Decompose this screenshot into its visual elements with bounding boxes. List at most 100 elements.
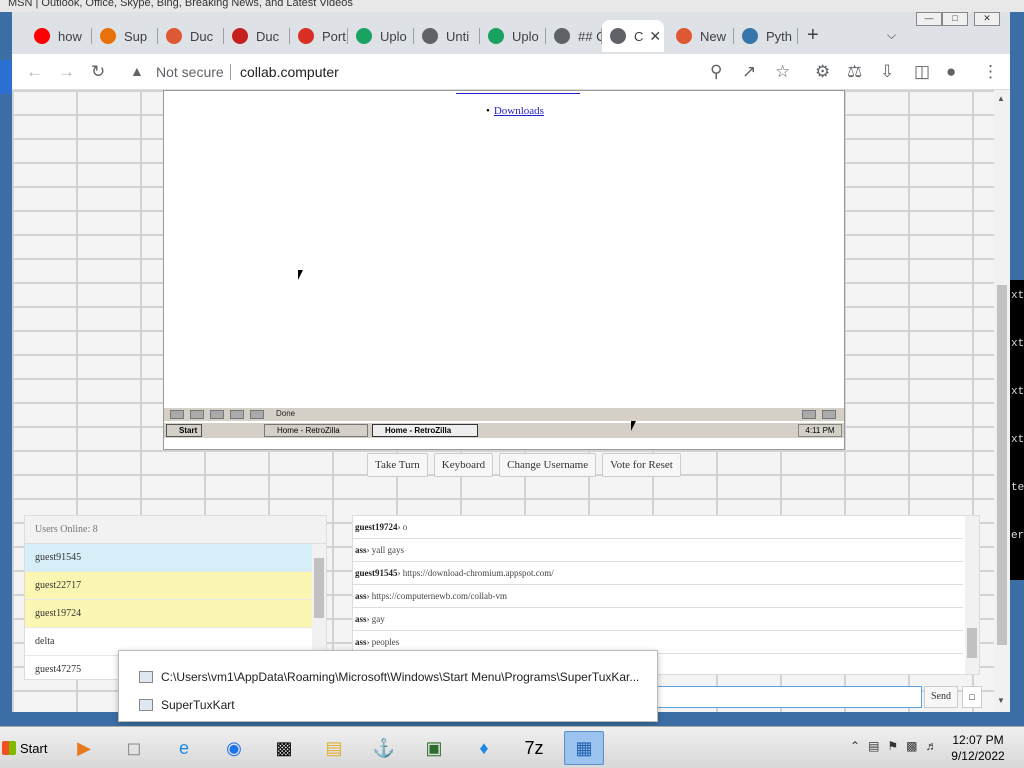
internet-explorer-icon[interactable]: e xyxy=(164,731,204,765)
start-button[interactable]: Start xyxy=(2,733,54,763)
tab-label: C xyxy=(634,28,644,44)
tray-volume-icon[interactable]: ♬ xyxy=(926,739,938,753)
take-turn-button[interactable]: Take Turn xyxy=(367,453,428,477)
browser-tab[interactable]: Uplo xyxy=(480,20,546,52)
vm-start-button[interactable]: Start xyxy=(166,424,202,437)
chat-username: ass xyxy=(355,637,367,647)
change-username-button[interactable]: Change Username xyxy=(499,453,597,477)
close-window-button[interactable]: ✕ xyxy=(974,12,1000,26)
user-list-item[interactable]: guest19724 xyxy=(25,600,312,628)
maximize-button[interactable]: □ xyxy=(942,12,968,26)
autocomplete-item[interactable]: SuperTuxKart xyxy=(139,695,235,715)
vm-task-button-active[interactable]: Home - RetroZilla xyxy=(372,424,478,437)
share-icon[interactable]: ↗ xyxy=(742,62,756,82)
browser-tab[interactable]: Port xyxy=(290,20,348,52)
keyboard-button[interactable]: Keyboard xyxy=(433,453,494,477)
file-explorer-icon[interactable]: ▤ xyxy=(314,731,354,765)
vm-status-icon xyxy=(190,410,204,419)
windows-flag-icon xyxy=(2,741,16,755)
browser-tab[interactable]: Pyth xyxy=(734,20,798,52)
extensions-icon[interactable]: ⚙ xyxy=(815,62,830,82)
tab-label: Unti xyxy=(446,28,470,44)
shortcut-icon xyxy=(139,671,153,683)
chat-input[interactable] xyxy=(652,686,922,708)
minimize-button[interactable]: — xyxy=(916,12,942,26)
chat-input-bar: Send □ xyxy=(652,686,982,708)
chat-username: guest91545 xyxy=(355,568,398,578)
browser-tab[interactable]: Sup xyxy=(92,20,158,52)
python-icon[interactable]: ♦ xyxy=(464,731,504,765)
tray-device-icon[interactable]: ▤ xyxy=(868,739,879,753)
background-window-title: MSN | Outlook, Office, Skype, Bing, Brea… xyxy=(0,0,1024,12)
chat-message: guest19724› o xyxy=(353,516,963,539)
zoom-icon[interactable]: ⚲ xyxy=(710,62,722,82)
scroll-down-icon[interactable]: ▼ xyxy=(997,696,1005,705)
user-list-item[interactable]: guest91545 xyxy=(25,544,312,572)
tab-label: Duc xyxy=(256,28,280,44)
chat-scrollbar[interactable] xyxy=(965,516,979,674)
browser-toolbar: ← → ↻ ▲ Not secure collab.computer ⚲ ↗ ☆… xyxy=(12,54,1010,90)
vm-status-icon xyxy=(250,410,264,419)
close-tab-icon[interactable]: ✕ xyxy=(649,28,661,45)
vm-screen[interactable]: • Downloads Done Start Home - RetroZilla … xyxy=(163,90,845,450)
tray-chevron-icon[interactable]: ⌃ xyxy=(850,739,860,753)
url-text[interactable]: collab.computer xyxy=(240,64,339,80)
file-icon[interactable]: ◻ xyxy=(114,731,154,765)
profile-avatar-icon[interactable]: ● xyxy=(946,62,956,82)
browser-tab[interactable]: Duc xyxy=(224,20,290,52)
forward-icon[interactable]: → xyxy=(58,62,75,82)
browser-tab[interactable]: ## C xyxy=(546,20,602,52)
bookmark-star-icon[interactable]: ☆ xyxy=(775,62,790,82)
browser-tab[interactable]: Uplo xyxy=(348,20,414,52)
autocomplete-item[interactable]: C:\Users\vm1\AppData\Roaming\Microsoft\W… xyxy=(139,667,639,687)
tray-network-icon[interactable]: ▩ xyxy=(906,739,917,753)
vm-connection-icon xyxy=(802,410,816,419)
browser-tab[interactable]: New xyxy=(668,20,734,52)
scroll-up-icon[interactable]: ▲ xyxy=(997,94,1005,103)
vm-task-button[interactable]: Home - RetroZilla xyxy=(264,424,368,437)
tray-flag-icon[interactable]: ⚑ xyxy=(887,739,898,753)
tab-label: New xyxy=(700,28,727,44)
supertuxkart-icon[interactable]: ⚓ xyxy=(364,731,404,765)
send-button[interactable]: Send xyxy=(924,686,958,708)
7zip-icon[interactable]: 7z xyxy=(514,731,554,765)
vm-clock: 4:11 PM xyxy=(798,424,842,437)
download-icon[interactable]: ⇩ xyxy=(880,62,894,82)
chat-text: https://computernewb.com/collab-vm xyxy=(371,591,507,601)
vote-reset-button[interactable]: Vote for Reset xyxy=(602,453,681,477)
network-computer-icon[interactable]: ▣ xyxy=(414,731,454,765)
menu-kebab-icon[interactable]: ⋮ xyxy=(982,62,999,82)
tab-search-icon[interactable]: ⌵ xyxy=(887,28,896,43)
downloads-link[interactable]: Downloads xyxy=(494,105,544,117)
chat-options-button[interactable]: □ xyxy=(962,686,982,708)
tab-label: ## C xyxy=(578,28,602,44)
reload-icon[interactable]: ↻ xyxy=(91,62,105,82)
lab-flask-icon[interactable]: ⚖ xyxy=(847,62,862,82)
side-panel-icon[interactable]: ◫ xyxy=(914,62,930,82)
back-icon[interactable]: ← xyxy=(26,62,43,82)
lock-icon xyxy=(298,28,314,44)
system-tray: ⌃ ▤ ⚑ ▩ ♬ xyxy=(850,739,938,753)
upload-icon xyxy=(356,28,372,44)
mouse-cursor-icon xyxy=(631,421,636,431)
remote-desktop-icon[interactable]: ▦ xyxy=(564,731,604,765)
collabvm-page: • Downloads Done Start Home - RetroZilla … xyxy=(12,90,1010,712)
new-tab-button[interactable]: + xyxy=(807,25,819,45)
browser-tab[interactable]: how xyxy=(26,20,92,52)
python-icon xyxy=(742,28,758,44)
tab-label: Port xyxy=(322,28,346,44)
chat-username: guest19724 xyxy=(355,522,398,532)
page-scrollbar[interactable]: ▲ ▼ xyxy=(994,90,1010,712)
taskbar-clock[interactable]: 12:07 PM 9/12/2022 xyxy=(940,732,1016,764)
page-scroll-thumb[interactable] xyxy=(997,285,1007,645)
browser-tab[interactable]: C ✕ xyxy=(602,20,664,52)
vm-status-bar: Done xyxy=(164,407,844,421)
browser-tab[interactable]: Duc xyxy=(158,20,224,52)
browser-tab[interactable]: Unti xyxy=(414,20,480,52)
chrome-icon[interactable]: ◉ xyxy=(214,731,254,765)
browser-window: how Sup Duc Duc Port Uplo Unti Uplo ## C C ✕ New Pyt… xyxy=(12,12,1010,712)
media-player-icon[interactable]: ▶ xyxy=(64,731,104,765)
chat-text: https://download-chromium.appspot.com/ xyxy=(402,568,554,578)
user-list-item[interactable]: guest22717 xyxy=(25,572,312,600)
command-prompt-icon[interactable]: ▩ xyxy=(264,731,304,765)
